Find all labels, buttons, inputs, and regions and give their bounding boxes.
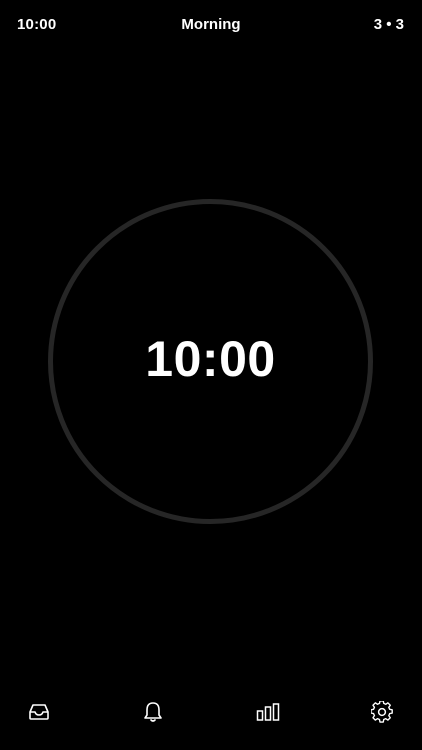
session-title: Morning	[181, 16, 241, 33]
tab-inbox[interactable]	[17, 690, 61, 734]
status-bar: 10:00 Morning 3 • 3	[0, 0, 422, 52]
tab-alarms[interactable]	[131, 690, 175, 734]
tab-bar	[0, 670, 422, 750]
timer-dial[interactable]: 10:00	[47, 198, 374, 525]
inbox-icon	[29, 704, 49, 720]
bell-icon	[144, 702, 162, 722]
timer-display: 10:00	[145, 331, 276, 387]
session-counter: 3 • 3	[373, 16, 404, 33]
tab-settings[interactable]	[360, 690, 404, 734]
tab-stats[interactable]	[246, 690, 290, 734]
gear-icon	[371, 701, 393, 723]
bar-chart-icon	[256, 703, 280, 721]
